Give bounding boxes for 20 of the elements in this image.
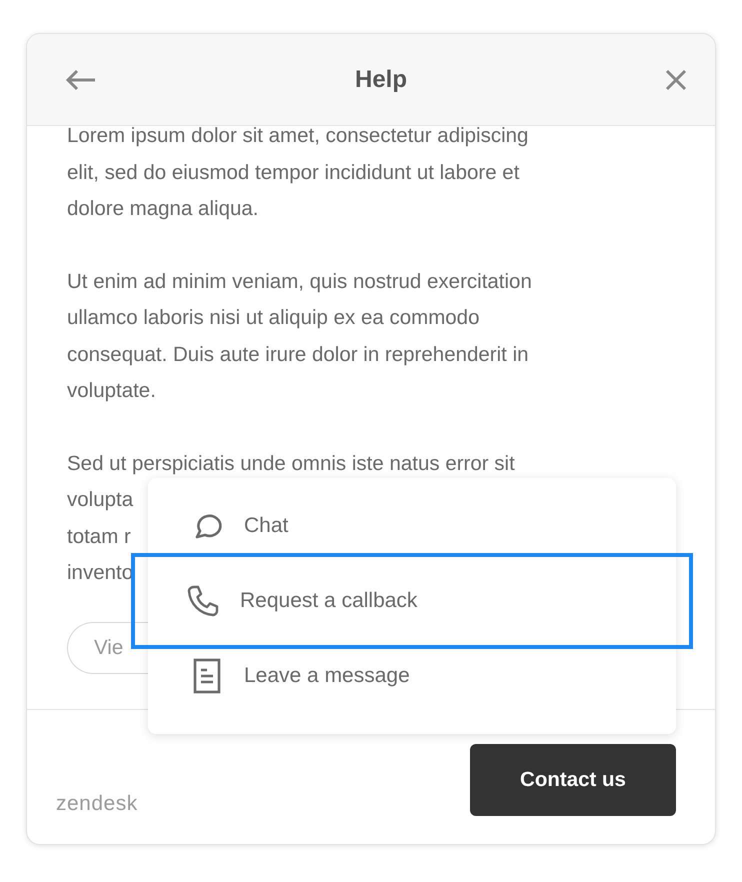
back-arrow-icon[interactable]	[65, 68, 97, 90]
phone-icon	[186, 584, 220, 618]
text-line: elit, sed do eiusmod tempor incididunt ut labore et	[67, 160, 520, 186]
text-line: invento	[67, 560, 134, 586]
menu-item[interactable]: Request a callback	[131, 553, 693, 649]
text-line: ullamco laboris nisi ut aliquip ex ea commodo	[67, 305, 480, 331]
text-line: Lorem ipsum dolor sit amet, consectetur adipiscing	[67, 126, 528, 149]
window-title: Help	[354, 66, 407, 94]
text-line: voluptate.	[67, 378, 156, 404]
text-line: Ut enim ad minim veniam, quis nostrud exercitation	[67, 268, 532, 294]
text-line: dolore magna aliqua.	[67, 196, 258, 222]
contact-us-button[interactable]: Contact us	[470, 744, 676, 816]
view-button[interactable]: Vie	[67, 622, 148, 674]
close-icon[interactable]	[664, 68, 687, 90]
text-line: consequat. Duis aute irure dolor in reprehenderit in	[67, 342, 529, 368]
document-icon	[193, 658, 221, 694]
text-line: volupta	[67, 487, 134, 513]
text-line: totam r	[67, 524, 131, 550]
text-line: Sed ut perspiciatis unde omnis iste natus error sit	[67, 450, 515, 476]
zendesk-logo: zendesk	[56, 793, 138, 814]
